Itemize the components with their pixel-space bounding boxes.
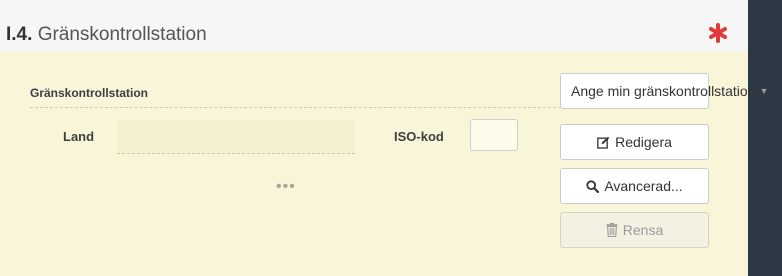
advanced-search-label: Avancerad... — [604, 178, 683, 194]
required-asterisk-icon — [709, 23, 727, 43]
edit-icon — [597, 136, 610, 149]
group-divider — [30, 107, 561, 108]
iso-code-field[interactable] — [470, 119, 518, 151]
advanced-search-button[interactable]: Avancerad... — [560, 168, 709, 204]
edit-button[interactable]: Redigera — [560, 124, 709, 160]
section-title: I.4. Gränskontrollstation — [6, 24, 207, 46]
trash-icon — [606, 223, 618, 237]
group-label: Gränskontrollstation — [30, 86, 149, 100]
section-number: I.4. — [6, 24, 33, 45]
set-my-border-station-button[interactable]: Ange min gränskontrollstation ▼ — [560, 73, 768, 109]
edit-label: Redigera — [615, 134, 672, 150]
dark-side-panel — [748, 0, 782, 276]
more-indicator: ••• — [276, 178, 296, 195]
iso-code-label: ISO-kod — [394, 129, 444, 144]
section-title-text: Gränskontrollstation — [37, 24, 207, 45]
land-field[interactable] — [117, 120, 355, 154]
clear-button[interactable]: Rensa — [560, 212, 709, 248]
clear-label: Rensa — [622, 222, 664, 238]
set-my-border-station-label: Ange min gränskontrollstation — [571, 83, 756, 99]
caret-down-icon: ▼ — [759, 86, 769, 96]
search-icon — [586, 179, 600, 193]
land-label: Land — [63, 129, 95, 144]
